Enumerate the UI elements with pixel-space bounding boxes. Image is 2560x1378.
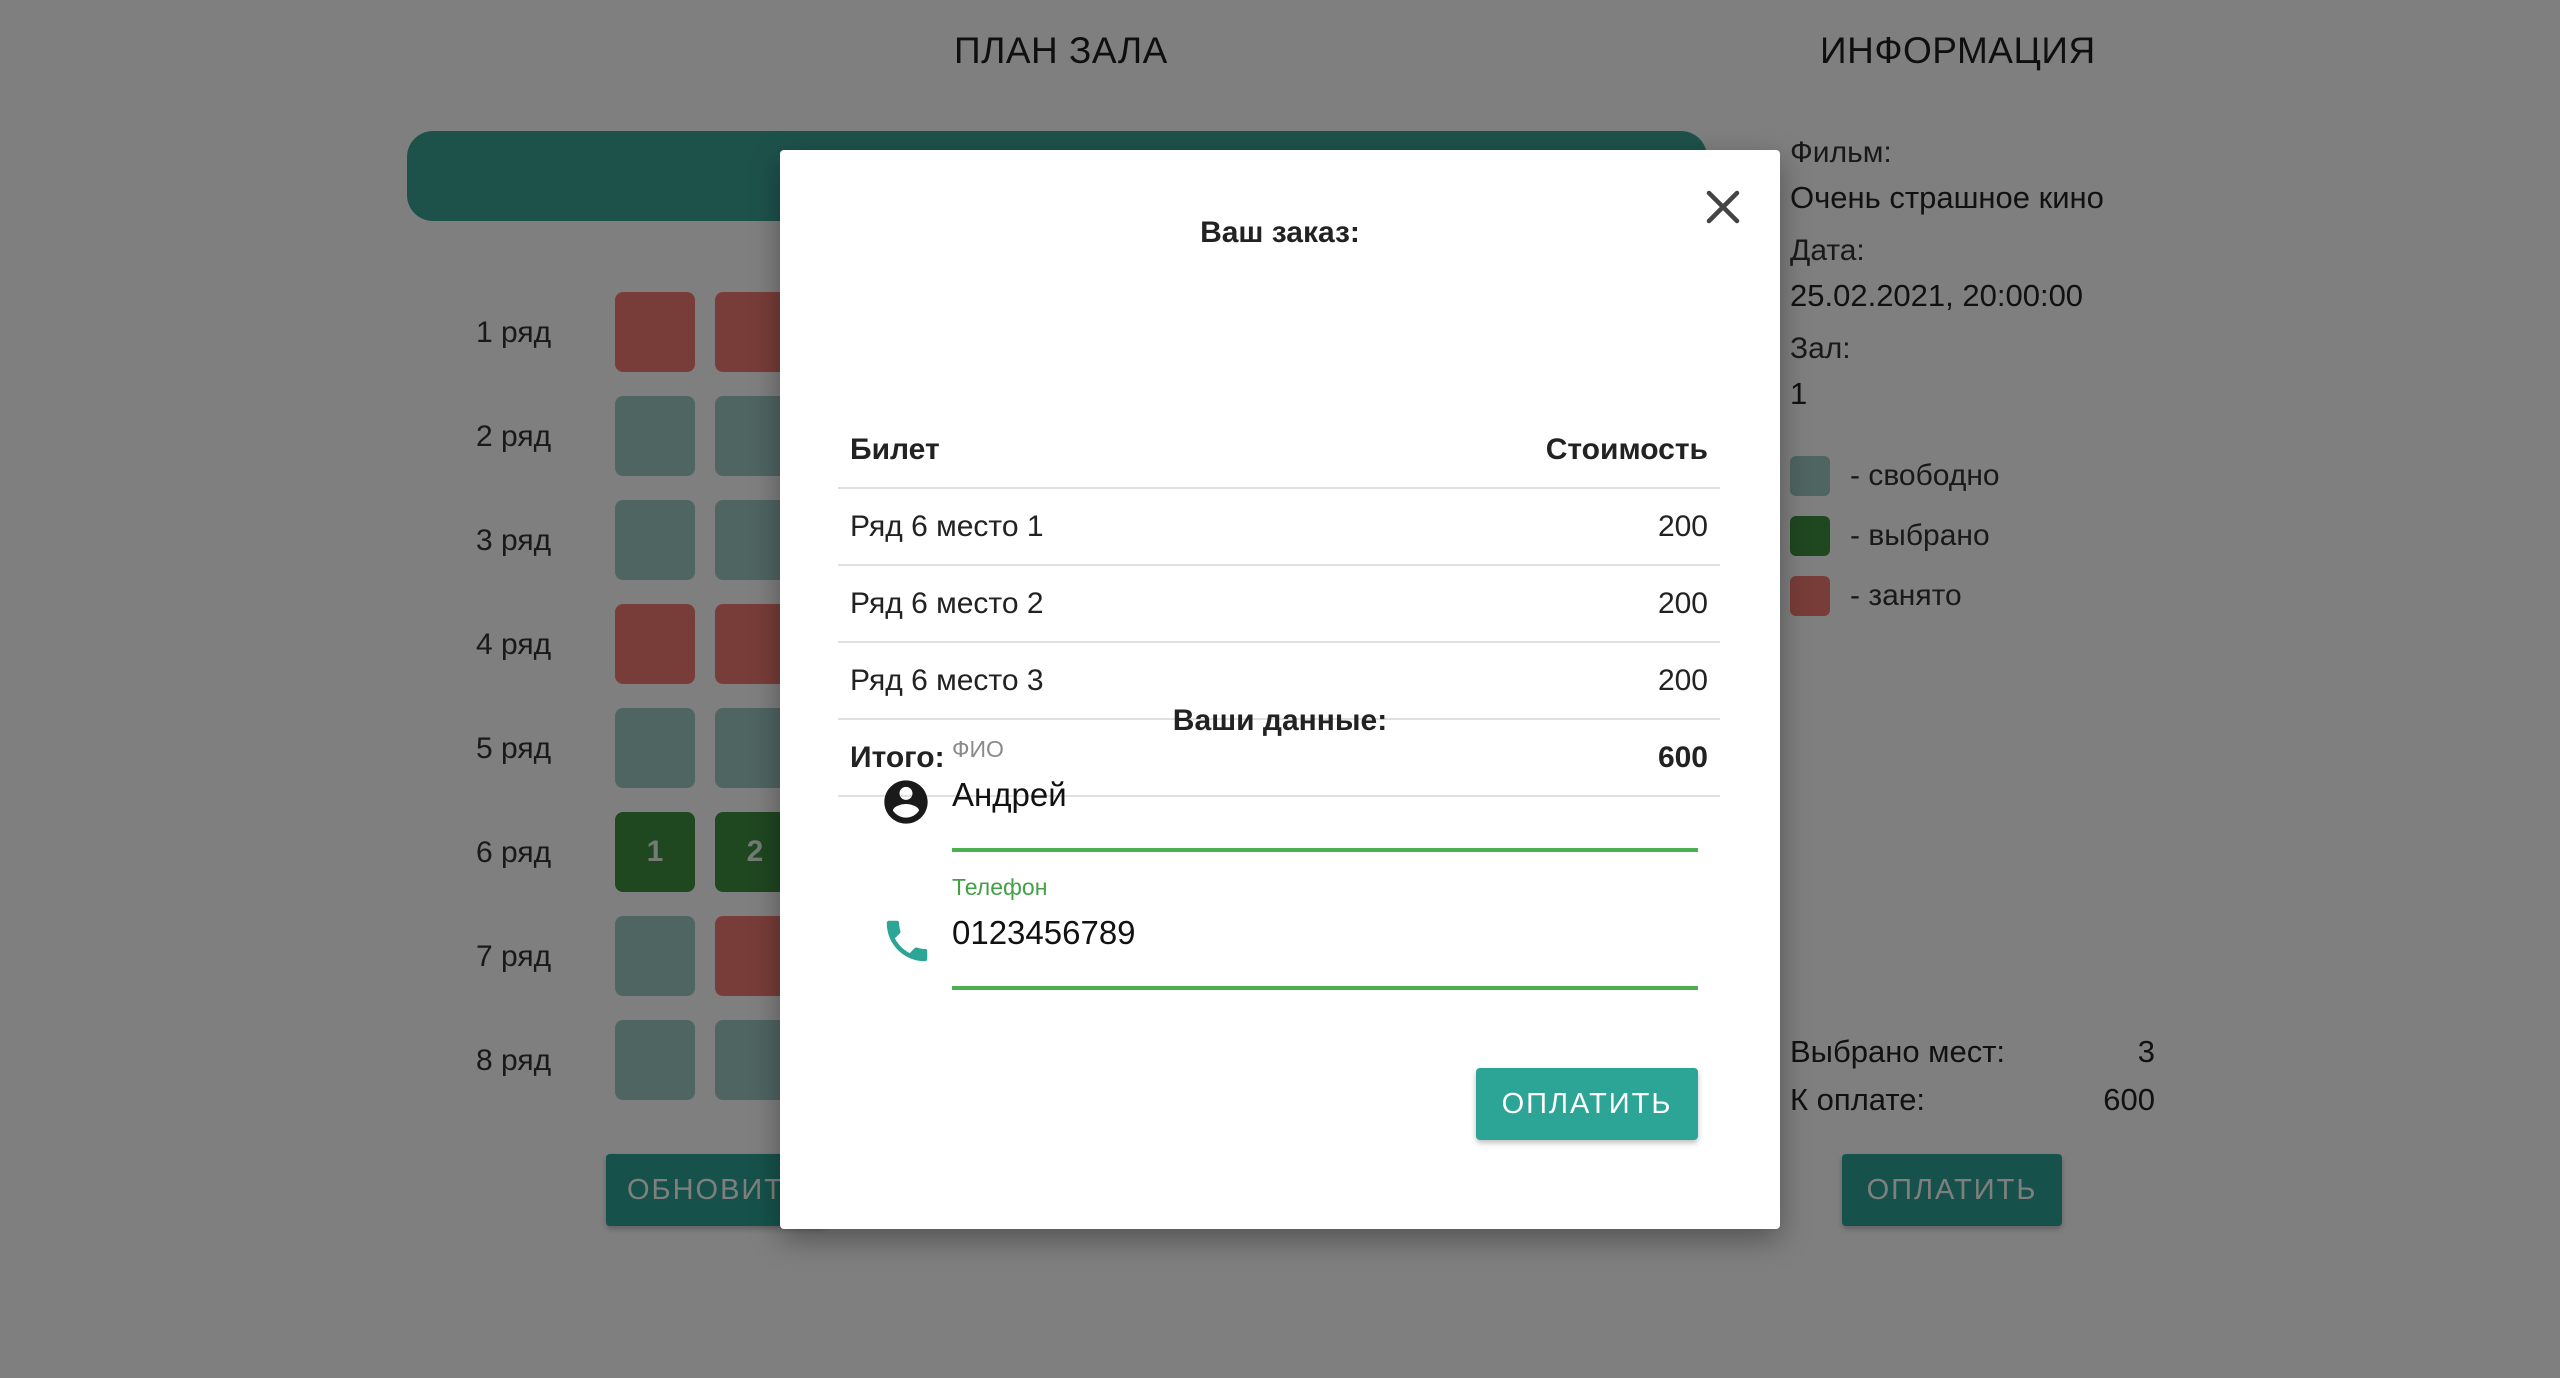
name-field[interactable]: Андрей bbox=[952, 770, 1698, 826]
order-title: Ваш заказ: bbox=[1200, 216, 1360, 249]
table-header: Билет Стоимость bbox=[838, 412, 1720, 489]
ticket-name: Ряд 6 место 3 bbox=[850, 663, 1044, 697]
ticket-name: Ряд 6 место 1 bbox=[850, 509, 1044, 543]
person-icon bbox=[880, 776, 932, 828]
ticket-price: 200 bbox=[1657, 509, 1708, 543]
total-label: Итого: bbox=[850, 740, 945, 774]
ticket-name: Ряд 6 место 2 bbox=[850, 586, 1044, 620]
name-field-underline bbox=[952, 848, 1698, 852]
pay-button[interactable]: ОПЛАТИТЬ bbox=[1476, 1068, 1698, 1140]
column-ticket: Билет bbox=[850, 432, 940, 466]
table-row: Ряд 6 место 2 200 bbox=[838, 566, 1720, 643]
name-field-value[interactable]: Андрей bbox=[952, 770, 1698, 814]
name-field-label: ФИО bbox=[952, 736, 1004, 762]
phone-icon bbox=[880, 914, 934, 968]
ticket-price: 200 bbox=[1657, 586, 1708, 620]
phone-field[interactable]: 0123456789 bbox=[952, 908, 1698, 964]
phone-field-value[interactable]: 0123456789 bbox=[952, 908, 1698, 952]
ticket-price: 200 bbox=[1657, 663, 1708, 697]
phone-field-label: Телефон bbox=[952, 874, 1048, 900]
column-price: Стоимость bbox=[1545, 432, 1708, 466]
table-row: Ряд 6 место 1 200 bbox=[838, 489, 1720, 566]
customer-data-title: Ваши данные: bbox=[1172, 704, 1388, 737]
order-dialog: Ваш заказ: Билет Стоимость Ряд 6 место 1… bbox=[780, 150, 1780, 1229]
phone-field-underline bbox=[952, 986, 1698, 990]
